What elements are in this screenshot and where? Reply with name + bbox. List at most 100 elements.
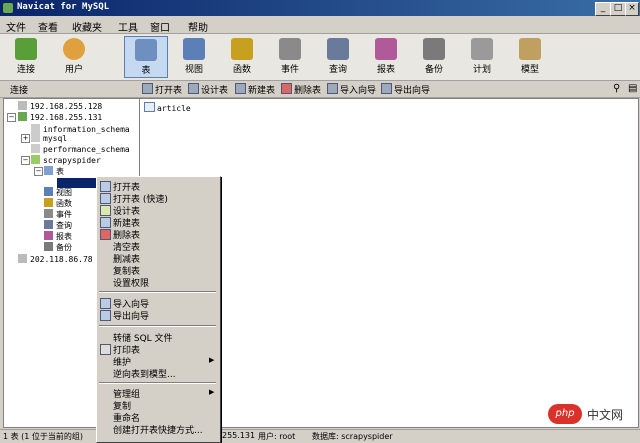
tree-node-reports[interactable]: 报表 bbox=[44, 231, 72, 242]
object-toolbar: 连接 打开表 设计表 新建表 删除表 导入向导 导出向导 ⚲ ▤ bbox=[0, 81, 640, 98]
menu-window[interactable]: 窗口 bbox=[150, 19, 170, 34]
toolbar-backup-button[interactable]: 备份 bbox=[412, 36, 456, 78]
tree-node-backups[interactable]: 备份 bbox=[44, 242, 72, 253]
toolbar-user-button[interactable]: 用户 bbox=[52, 36, 96, 78]
minimize-button[interactable]: _ bbox=[595, 2, 611, 16]
event-icon bbox=[279, 38, 301, 60]
table-item-article[interactable]: article bbox=[144, 102, 191, 113]
menu-file[interactable]: 文件 bbox=[6, 19, 26, 34]
search-icon[interactable]: ⚲ bbox=[613, 83, 620, 94]
ctx-create-shortcut[interactable]: 创建打开表快捷方式... bbox=[113, 423, 203, 436]
design-table-button[interactable]: 设计表 bbox=[188, 83, 228, 96]
collapse-toggle[interactable]: − bbox=[21, 156, 30, 165]
tree-node-queries[interactable]: 查询 bbox=[44, 220, 72, 231]
collapse-toggle[interactable]: − bbox=[34, 167, 43, 176]
maximize-button[interactable]: □ bbox=[610, 2, 626, 16]
toolbar-report-button[interactable]: 报表 bbox=[364, 36, 408, 78]
delete-table-button[interactable]: 删除表 bbox=[281, 83, 321, 96]
print-icon bbox=[100, 344, 111, 355]
ctx-copy[interactable]: 复制 bbox=[113, 399, 131, 412]
tree-node-server[interactable]: 192.168.255.128 bbox=[18, 101, 102, 112]
open-table-icon bbox=[142, 83, 153, 94]
ctx-new-table[interactable]: 新建表 bbox=[113, 216, 140, 229]
ctx-delete-table[interactable]: 删除表 bbox=[113, 228, 140, 241]
database-icon bbox=[31, 144, 40, 153]
tree-node-server[interactable]: 192.168.255.131 bbox=[18, 112, 102, 123]
expand-toggle[interactable]: + bbox=[21, 134, 30, 143]
delete-table-icon bbox=[281, 83, 292, 94]
toolbar-table-button[interactable]: 表 bbox=[124, 36, 168, 78]
design-table-icon bbox=[100, 205, 111, 216]
server-icon bbox=[18, 112, 27, 121]
open-table-button[interactable]: 打开表 bbox=[142, 83, 182, 96]
tree-node-server[interactable]: 202.118.86.78 bbox=[18, 254, 93, 265]
export-wizard-icon bbox=[381, 83, 392, 94]
tree-node-database[interactable]: mysql bbox=[31, 133, 67, 144]
tree-node-events[interactable]: 事件 bbox=[44, 209, 72, 220]
toolbar-model-button[interactable]: 模型 bbox=[508, 36, 552, 78]
view-icon bbox=[44, 187, 53, 196]
ctx-export-wizard[interactable]: 导出向导 bbox=[113, 309, 149, 322]
submenu-arrow-icon: ▶ bbox=[209, 356, 215, 364]
ctx-set-permissions[interactable]: 设置权限 bbox=[113, 276, 149, 289]
ctx-maintain[interactable]: 维护 bbox=[113, 355, 131, 368]
toolbar-event-button[interactable]: 事件 bbox=[268, 36, 312, 78]
ctx-open-table-fast[interactable]: 打开表 (快速) bbox=[113, 192, 168, 205]
server-icon bbox=[18, 254, 27, 263]
ctx-empty-table[interactable]: 清空表 bbox=[113, 240, 140, 253]
query-icon bbox=[327, 38, 349, 60]
backup-icon bbox=[423, 38, 445, 60]
database-icon bbox=[31, 124, 40, 133]
ctx-reverse-to-model[interactable]: 逆向表到模型... bbox=[113, 367, 176, 380]
report-icon bbox=[375, 38, 397, 60]
navicat-app-icon bbox=[3, 3, 13, 13]
connection-icon bbox=[15, 38, 37, 60]
export-wizard-button[interactable]: 导出向导 bbox=[381, 83, 430, 96]
menu-help[interactable]: 帮助 bbox=[188, 19, 208, 34]
ctx-duplicate-table[interactable]: 复制表 bbox=[113, 264, 140, 277]
menu-view[interactable]: 查看 bbox=[38, 19, 58, 34]
ctx-rename[interactable]: 重命名 bbox=[113, 411, 140, 424]
main-toolbar: 连接 用户 表 视图 函数 事件 查询 报表 备份 计划 模型 bbox=[0, 34, 640, 81]
toolbar-query-button[interactable]: 查询 bbox=[316, 36, 360, 78]
php-logo: php bbox=[548, 404, 582, 424]
toolbar-function-button[interactable]: 函数 bbox=[220, 36, 264, 78]
tree-node-database[interactable]: scrapyspider bbox=[31, 155, 101, 166]
tree-node-database[interactable]: performance_schema bbox=[31, 144, 130, 155]
model-icon bbox=[519, 38, 541, 60]
ctx-open-table[interactable]: 打开表 bbox=[113, 180, 140, 193]
ctx-truncate-table[interactable]: 删减表 bbox=[113, 252, 140, 265]
connection-pane-label: 连接 bbox=[10, 86, 29, 96]
schedule-icon bbox=[471, 38, 493, 60]
collapse-toggle[interactable]: − bbox=[7, 113, 16, 122]
ctx-manage-group[interactable]: 管理组 bbox=[113, 387, 140, 400]
menu-favorites[interactable]: 收藏夹 bbox=[72, 19, 102, 34]
close-button[interactable]: × bbox=[625, 2, 639, 16]
design-table-icon bbox=[188, 83, 199, 94]
ctx-print-table[interactable]: 打印表 bbox=[113, 343, 140, 356]
menu-separator bbox=[99, 325, 216, 327]
toolbar-schedule-button[interactable]: 计划 bbox=[460, 36, 504, 78]
import-wizard-icon bbox=[327, 83, 338, 94]
ctx-import-wizard[interactable]: 导入向导 bbox=[113, 297, 149, 310]
event-icon bbox=[44, 209, 53, 218]
backup-icon bbox=[44, 242, 53, 251]
menu-tools[interactable]: 工具 bbox=[118, 19, 138, 34]
tree-node-tables[interactable]: 表 bbox=[44, 166, 64, 177]
watermark-text: 中文网 bbox=[587, 408, 624, 422]
toolbar-view-button[interactable]: 视图 bbox=[172, 36, 216, 78]
ctx-dump-sql[interactable]: 转储 SQL 文件 bbox=[113, 331, 173, 344]
new-table-button[interactable]: 新建表 bbox=[235, 83, 275, 96]
user-icon bbox=[63, 38, 85, 60]
submenu-arrow-icon: ▶ bbox=[209, 388, 215, 396]
toolbar-connection-button[interactable]: 连接 bbox=[4, 36, 48, 78]
delete-table-icon bbox=[100, 229, 111, 240]
tree-node-functions[interactable]: 函数 bbox=[44, 198, 72, 209]
table-icon bbox=[144, 102, 155, 112]
list-view-icon[interactable]: ▤ bbox=[628, 83, 637, 94]
tables-folder-icon bbox=[44, 166, 53, 175]
ctx-design-table[interactable]: 设计表 bbox=[113, 204, 140, 217]
import-wizard-button[interactable]: 导入向导 bbox=[327, 83, 376, 96]
open-table-fast-icon bbox=[100, 193, 111, 204]
tree-node-views[interactable]: 视图 bbox=[44, 187, 72, 198]
